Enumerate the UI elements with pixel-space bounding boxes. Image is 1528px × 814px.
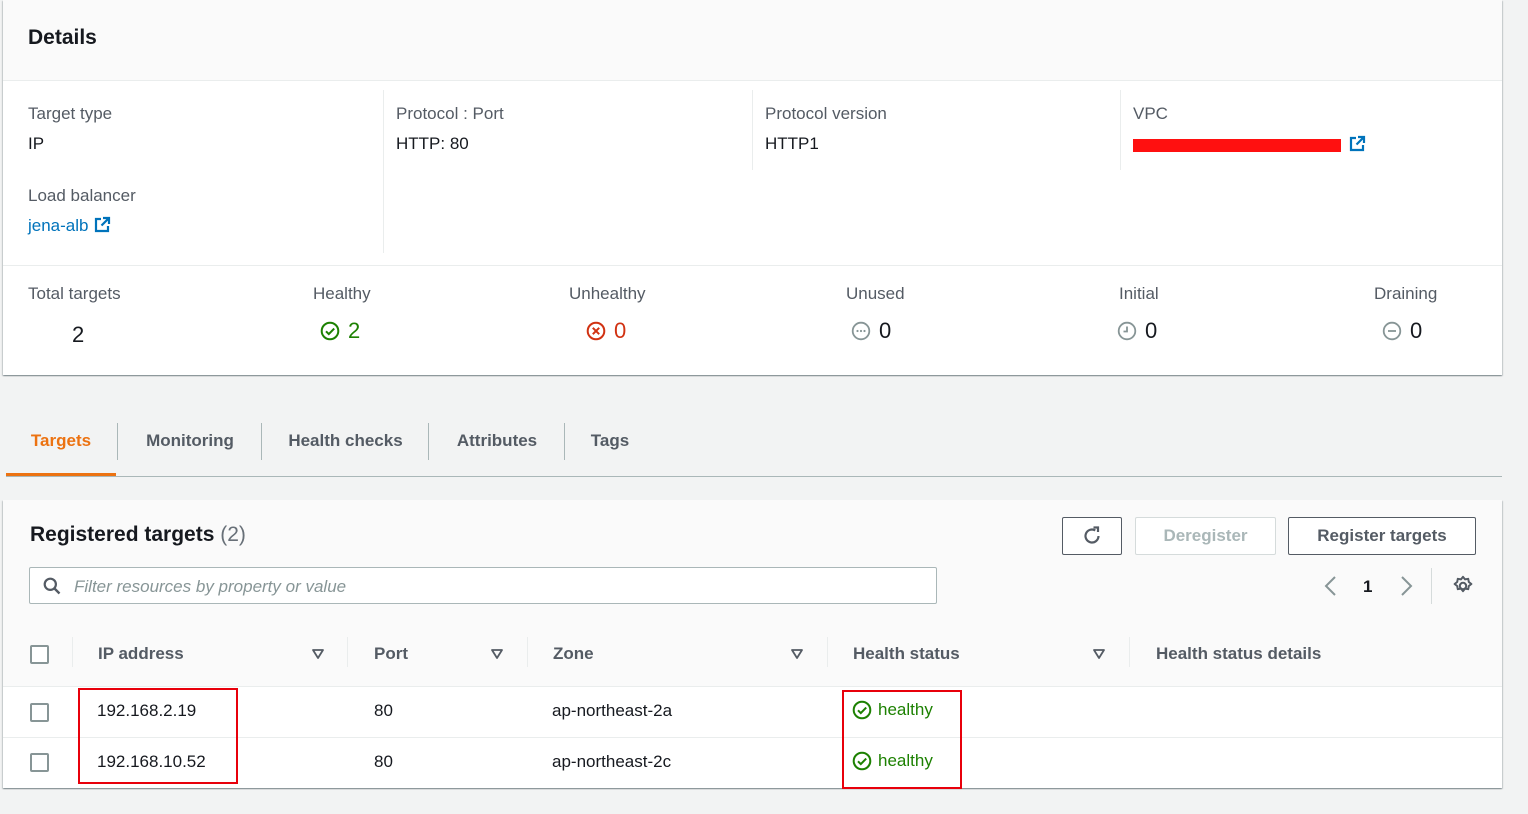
table-header: IP address Port Zone Health status Healt… [3, 625, 1502, 687]
tab-health-checks[interactable]: Health checks [262, 418, 429, 464]
status-unhealthy-icon [586, 321, 606, 341]
healthy-count-value: 2 [320, 318, 360, 344]
unused-count-label: Unused [846, 284, 905, 303]
tab-label: Attributes [456, 431, 538, 450]
column-divider [383, 90, 384, 253]
column-divider [1120, 90, 1121, 170]
vpc-label: VPC [1133, 104, 1168, 123]
tab-label: Health checks [288, 431, 403, 450]
cell-port: 80 [374, 752, 393, 771]
initial-count-label: Initial [1119, 284, 1159, 303]
column-separator [347, 637, 348, 667]
select-all-checkbox[interactable] [30, 645, 49, 664]
row-checkbox[interactable] [30, 703, 49, 722]
column-header-health-status-details: Health status details [1156, 644, 1322, 663]
details-header: Details [3, 0, 1502, 81]
register-targets-button[interactable]: Register targets [1288, 517, 1476, 555]
page-number[interactable]: 1 [1363, 577, 1372, 597]
draining-count-value: 0 [1382, 318, 1422, 344]
column-header-health-status[interactable]: Health status [853, 644, 960, 664]
tab-monitoring[interactable]: Monitoring [118, 418, 262, 464]
protocol-version-value: HTTP1 [765, 134, 819, 153]
registered-targets-count: (2) [220, 523, 246, 546]
vpc-redaction [1133, 139, 1341, 152]
total-targets-number: 2 [72, 322, 85, 347]
total-targets-value: 2 [72, 322, 84, 348]
initial-count-value: 0 [1117, 318, 1157, 344]
healthy-count-label: Healthy [313, 284, 371, 303]
cell-zone: ap-northeast-2a [552, 701, 673, 720]
tab-targets[interactable]: Targets [6, 418, 116, 476]
unused-count-number: 0 [879, 318, 892, 343]
annotation-box-health-status [842, 690, 962, 789]
tab-label: Tags [590, 431, 630, 450]
refresh-button[interactable] [1062, 517, 1122, 555]
status-healthy-icon [320, 321, 340, 341]
row-checkbox[interactable] [30, 753, 49, 772]
sort-down-icon[interactable] [1092, 648, 1106, 660]
target-type-value: IP [28, 134, 45, 153]
target-type-label: Target type [28, 104, 113, 123]
sort-down-icon[interactable] [311, 648, 325, 660]
unhealthy-count-number: 0 [614, 318, 627, 343]
annotation-box-ip-addresses [78, 688, 238, 784]
section-divider [3, 265, 1502, 266]
initial-count-number: 0 [1145, 318, 1158, 343]
column-header-port[interactable]: Port [374, 644, 408, 664]
healthy-count-number: 2 [348, 318, 361, 343]
protocol-port-value: HTTP: 80 [396, 134, 469, 153]
tab-attributes[interactable]: Attributes [429, 418, 565, 464]
details-title: Details [28, 26, 97, 49]
registered-targets-title-text: Registered targets [30, 523, 215, 546]
pagination-divider [1431, 568, 1432, 604]
tab-tags[interactable]: Tags [565, 418, 655, 464]
cell-port: 80 [374, 701, 393, 720]
search-icon [43, 577, 61, 595]
protocol-port-label: Protocol : Port [396, 104, 504, 123]
load-balancer-link-text: jena-alb [28, 216, 89, 235]
gear-icon[interactable] [1452, 575, 1474, 597]
tab-label: Monitoring [146, 431, 234, 450]
deregister-button[interactable]: Deregister [1135, 517, 1276, 555]
draining-count-label: Draining [1374, 284, 1438, 303]
column-header-zone[interactable]: Zone [553, 644, 594, 664]
chevron-left-icon[interactable] [1323, 575, 1339, 597]
column-divider [752, 90, 753, 170]
status-draining-icon [1382, 321, 1402, 341]
external-link-icon[interactable] [1348, 135, 1366, 153]
total-targets-label: Total targets [28, 284, 121, 303]
unhealthy-count-label: Unhealthy [569, 284, 646, 303]
tab-label: Targets [30, 431, 92, 450]
chevron-right-icon[interactable] [1398, 575, 1414, 597]
details-panel: Details Target type IP Load balancer jen… [3, 0, 1502, 375]
status-unused-icon [851, 321, 871, 341]
column-header-ip-address[interactable]: IP address [98, 644, 184, 664]
external-link-icon [94, 216, 110, 233]
status-initial-icon [1117, 321, 1137, 341]
cell-zone: ap-northeast-2c [552, 752, 672, 771]
load-balancer-link[interactable]: jena-alb [28, 216, 111, 236]
registered-targets-panel: Registered targets (2) Deregister Regist… [3, 500, 1502, 789]
filter-search-box[interactable] [29, 567, 937, 604]
registered-targets-title: Registered targets (2) [30, 523, 246, 547]
column-separator [1129, 637, 1130, 667]
sort-down-icon[interactable] [790, 648, 804, 660]
protocol-version-label: Protocol version [765, 104, 887, 123]
tab-bar: Targets Monitoring Health checks Attribu… [6, 418, 1502, 477]
column-separator [827, 637, 828, 667]
refresh-icon [1084, 526, 1100, 544]
draining-count-number: 0 [1410, 318, 1423, 343]
sort-down-icon[interactable] [490, 648, 504, 660]
column-separator [527, 637, 528, 667]
load-balancer-label: Load balancer [28, 186, 136, 205]
unhealthy-count-value: 0 [586, 318, 626, 344]
column-separator [72, 637, 73, 667]
filter-search-input[interactable] [72, 574, 916, 600]
registered-targets-header: Registered targets (2) Deregister Regist… [3, 500, 1502, 626]
unused-count-value: 0 [851, 318, 891, 344]
